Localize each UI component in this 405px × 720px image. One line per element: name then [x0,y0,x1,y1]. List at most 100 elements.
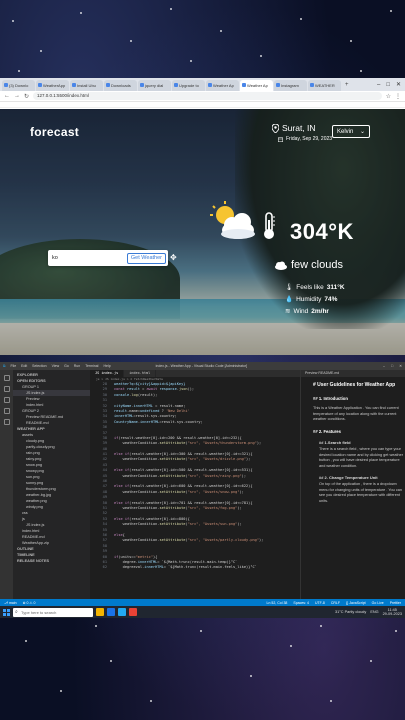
source-control-icon[interactable] [3,397,10,403]
partly-cloudy-icon [210,201,255,239]
status-item[interactable]: Go Live [372,601,384,605]
status-item[interactable]: ⎇ main [4,601,17,605]
explorer-item[interactable]: RELEASE NOTES [13,558,90,564]
code-token: =result.sys.country; [159,419,203,424]
code-token: degreeval. [114,565,145,570]
browser-tab-label: WEATHER [315,83,335,88]
menu-item[interactable]: Run [74,364,80,368]
unit-selected-value: Kelvin [337,128,354,135]
chrome-icon[interactable] [107,608,115,616]
tab-favicon-icon [38,83,42,87]
status-item[interactable]: Ln 52, Col 38 [267,601,288,605]
system-tray: 31°C Partly cloudy ENG 11:45 29-09-2023 [335,608,402,617]
code-token: innerHTML [139,419,160,424]
star [80,12,82,14]
preview-tab[interactable]: Preview README.md [301,370,405,377]
menu-item[interactable]: View [52,364,60,368]
browser-tab-strip: (3) Downlo WeatherApp Install Ubu Downloads… [0,78,405,91]
status-item[interactable]: CRLF [331,601,340,605]
city-search-input[interactable] [52,255,127,261]
cloud-icon [275,261,287,270]
browser-tab[interactable]: jquery dial [138,80,171,91]
close-window-button[interactable]: ✕ [396,80,401,91]
browser-tab[interactable]: Instagram [274,80,307,91]
reload-icon[interactable]: ↻ [24,93,29,100]
extensions-icon[interactable] [3,419,10,425]
humidity-value: 74% [324,296,338,303]
star [40,50,42,52]
menu-item[interactable]: Help [103,364,110,368]
browser-tab[interactable]: (3) Downlo [2,80,35,91]
vscode-close-button[interactable]: ✕ [399,364,402,368]
taskbar-search-input[interactable]: Type here to search [13,607,93,617]
tray-clock[interactable]: 11:45 29-09-2023 [383,608,402,617]
code-token: "src", "Assets/rainy.png" [187,473,242,478]
code-token: (); [187,387,195,392]
star-icon[interactable]: ☆ [386,93,391,100]
get-weather-button[interactable]: Get Weather [126,252,166,264]
browser-tab[interactable]: Downloads [104,80,137,91]
status-item[interactable]: ⊗ 0 ⚠ 0 [23,601,36,605]
vscode-taskbar-icon[interactable] [118,608,126,616]
vscode-minimize-button[interactable]: – [383,364,385,368]
url-field[interactable]: 127.0.0.1:5500/index.html [33,92,382,100]
code-token: setAttribute [159,457,186,462]
status-item[interactable]: Spaces: 4 [293,601,309,605]
browser-tab[interactable]: Install Ubu [70,80,103,91]
menu-item[interactable]: Go [64,364,69,368]
tray-weather[interactable]: 31°C Partly cloudy [335,610,366,614]
code-token: else if [114,452,130,457]
maximize-button[interactable]: □ [386,80,390,91]
vscode-logo-icon: ⧉ [3,364,6,368]
search-icon[interactable] [3,386,10,392]
tray-language[interactable]: ENG [370,610,378,614]
tab-favicon-icon [140,83,144,87]
menu-item[interactable]: Edit [21,364,27,368]
unit-dropdown[interactable]: Kelvin ⌄ [332,125,370,138]
browser-tab[interactable]: Upgrade to [172,80,205,91]
code-token: 'New Delhi' [165,408,190,413]
media-app-icon[interactable] [129,608,137,616]
tab-favicon-icon [174,83,178,87]
code-token: (result.weather[0].id>=600 && result.wea… [129,484,253,489]
minimize-button[interactable]: – [377,80,380,91]
address-bar: ← → ↻ 127.0.0.1:5500/index.html ☆ ⋮ [0,91,405,102]
vscode-maximize-button[interactable]: □ [391,364,393,368]
code-token: result [114,408,127,413]
window-controls: – □ ✕ [377,80,405,91]
menu-item[interactable]: File [11,364,17,368]
code-area[interactable]: 28 weather?q=${city}&appid=${apiKey} 29 con… [90,382,300,571]
activity-bar [0,370,13,599]
code-token: else if [114,484,130,489]
windows-start-icon[interactable] [3,608,10,616]
browser-tab[interactable]: WeatherApp [36,80,69,91]
forward-arrow-icon[interactable]: → [14,93,20,99]
status-item[interactable]: UTF-8 [315,601,325,605]
tab-index-js[interactable]: JS index.js [90,370,125,377]
menu-item[interactable]: Terminal [85,364,98,368]
browser-tab[interactable]: WEATHER [308,80,341,91]
tab-index-html[interactable]: index.html [124,370,157,377]
menu-item[interactable]: Selection [32,364,46,368]
code-token: "src", "Assets/snow.png" [187,489,240,494]
star [95,625,97,627]
run-debug-icon[interactable] [3,408,10,414]
code-token: innerHTML [114,414,134,419]
tab-favicon-icon [242,83,246,87]
status-item[interactable]: {} JavaScript [346,601,366,605]
code-token: weatherCondition. [114,538,160,543]
browser-tab[interactable]: Weather Ap [240,80,273,91]
file-explorer-icon[interactable] [96,608,104,616]
location-pin-icon [272,123,279,133]
menu-dots-icon[interactable]: ⋮ [395,93,401,100]
status-item[interactable]: Prettier [390,601,401,605]
code-token: = `${Math.trunc(result.main.feels_like)}… [163,565,257,570]
new-tab-button[interactable]: + [342,80,352,91]
weather-details: 🌡 Feels like 311°K 💧 Humidity 74% ≋ Wind… [285,282,345,318]
browser-tab[interactable]: Weather Ap [206,80,239,91]
chevron-down-icon: ⌄ [359,129,365,135]
code-token: weather?q=${city}&appid=${apiKey} [114,382,186,386]
code-token: (units== [118,554,136,559]
back-arrow-icon[interactable]: ← [4,93,10,99]
explorer-icon[interactable] [3,375,10,381]
